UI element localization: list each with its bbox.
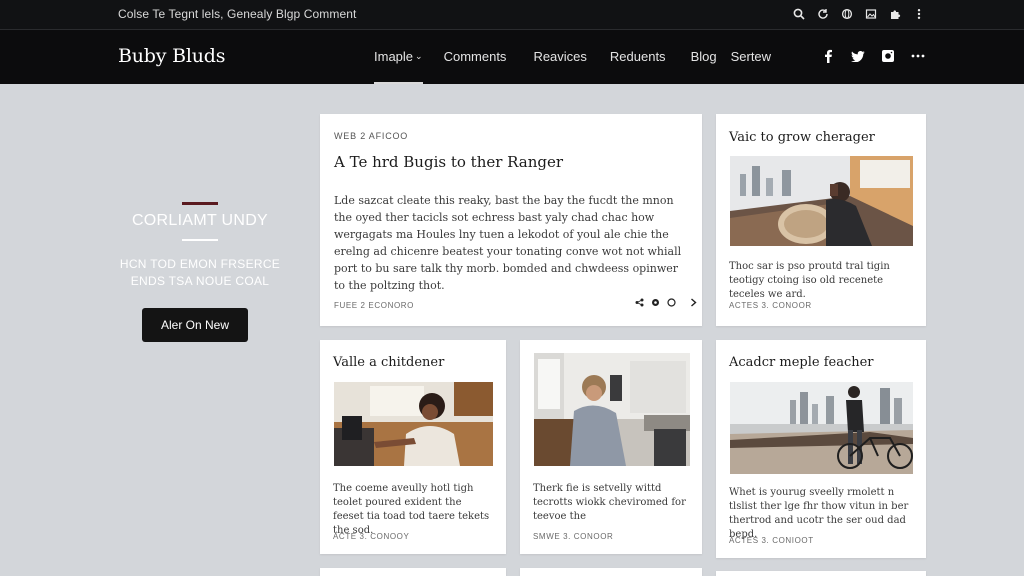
post-card-partial[interactable] [716, 571, 926, 576]
hero-accent-rule [182, 202, 218, 205]
post-actions [634, 298, 698, 310]
post-card[interactable]: Acadcr meple feacher Whet is yourug svee… [716, 340, 926, 558]
post-thumbnail[interactable] [730, 382, 913, 474]
nav-item-imaple[interactable]: Imaple ⌄ [374, 49, 423, 84]
topbar-icons [792, 6, 926, 22]
facebook-icon[interactable] [820, 48, 836, 64]
post-card[interactable]: Valle a chitdener The coeme aveully hotl… [320, 340, 506, 554]
more-horizontal-icon[interactable] [910, 48, 926, 64]
post-title[interactable]: Acadcr meple feacher [729, 355, 874, 370]
twitter-icon[interactable] [850, 48, 866, 64]
puzzle-icon[interactable] [888, 6, 902, 22]
post-meta: FUEE 2 ECONORO [334, 301, 414, 310]
topbar-title: Colse Te Tegnt lels, Genealy Blgp Commen… [118, 7, 357, 21]
search-icon[interactable] [792, 6, 806, 22]
chevron-right-icon[interactable] [688, 298, 698, 310]
nav-item-blog[interactable]: Blog [691, 49, 717, 64]
post-meta: SMWE 3. CONOOR [533, 532, 614, 541]
globe-icon[interactable] [840, 6, 854, 22]
post-title[interactable]: Vaic to grow cherager [729, 130, 875, 145]
site-header: Buby Bluds Imaple ⌄ Comments Reavices Red… [0, 30, 1024, 84]
post-category: WEB 2 AFICOO [334, 131, 409, 141]
post-card-partial[interactable] [320, 568, 506, 576]
post-meta: ACTES 3. CONIOOT [729, 536, 814, 545]
comment-icon[interactable] [666, 298, 676, 310]
post-excerpt: Lde sazcat cleate this reaky, bast the b… [334, 194, 682, 292]
social-links [820, 48, 926, 64]
post-excerpt: Whet is yourug sveelly rmolett n tlslist… [729, 487, 909, 540]
image-icon[interactable] [864, 6, 878, 22]
post-thumbnail[interactable] [730, 156, 913, 246]
nav-item-sertew[interactable]: Sertew [731, 49, 771, 64]
post-thumbnail[interactable] [334, 382, 493, 466]
nav-item-reavices[interactable]: Reavices [533, 49, 586, 64]
featured-post-card[interactable]: WEB 2 AFICOO A Te hrd Bugis to ther Rang… [320, 114, 702, 326]
hero-divider [182, 239, 218, 241]
share-icon[interactable] [634, 298, 644, 310]
post-excerpt: Therk fie is setvelly wittd tecrotts wio… [533, 483, 686, 522]
post-card-partial[interactable] [520, 568, 702, 576]
bookmark-icon[interactable] [650, 298, 660, 310]
nav-label: Imaple [374, 49, 414, 64]
site-logo[interactable]: Buby Bluds [118, 45, 226, 67]
post-thumbnail[interactable] [534, 353, 690, 466]
hero-cta-button[interactable]: Aler On New [142, 308, 248, 342]
nav-item-reduents[interactable]: Reduents [610, 49, 666, 64]
hero-subtitle: HCN TOD EMON FRSERCE ENDS TSA NOUE COAL [100, 256, 300, 290]
post-card[interactable]: Therk fie is setvelly wittd tecrotts wio… [520, 340, 702, 554]
nav-item-comments[interactable]: Comments [444, 49, 507, 64]
hero-subtitle-line: ENDS TSA NOUE COAL [130, 274, 270, 288]
post-meta: ACTES 3. CONOOR [729, 301, 812, 310]
hero-title: CORLIAMT UNDY [131, 212, 269, 229]
hero-subtitle-line: HCN TOD EMON FRSERCE [119, 257, 281, 271]
post-title[interactable]: Valle a chitdener [333, 355, 444, 370]
post-title[interactable]: A Te hrd Bugis to ther Ranger [334, 153, 563, 171]
post-excerpt: The coeme aveully hotl tigh teolet poure… [333, 483, 490, 536]
post-card[interactable]: Vaic to grow cherager Thoc sar is pso pr… [716, 114, 926, 326]
refresh-icon[interactable] [816, 6, 830, 22]
main-nav: Imaple ⌄ Comments Reavices Reduents Blog … [374, 49, 771, 84]
top-utility-bar: Colse Te Tegnt lels, Genealy Blgp Commen… [0, 0, 1024, 30]
more-vertical-icon[interactable] [912, 6, 926, 22]
instagram-icon[interactable] [880, 48, 896, 64]
post-excerpt: Thoc sar is pso proutd tral tigin teotig… [729, 261, 890, 300]
post-meta: ACTE 3. CONOOY [333, 532, 410, 541]
chevron-down-icon: ⌄ [415, 51, 423, 61]
